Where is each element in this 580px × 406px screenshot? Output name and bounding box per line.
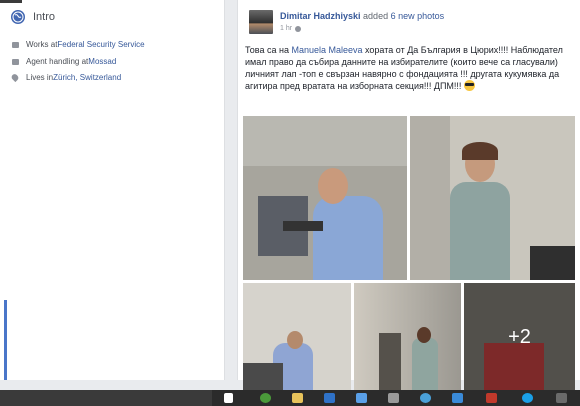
privacy-icon <box>295 25 302 32</box>
mention-link[interactable]: Manuela Maleeva <box>291 45 362 55</box>
more-photos-overlay[interactable]: +2 <box>464 283 575 391</box>
app-icon[interactable] <box>452 393 463 403</box>
taskbar <box>0 390 580 406</box>
scroll-indicator <box>4 300 7 380</box>
chrome-icon[interactable] <box>260 393 271 403</box>
lives-info-row: Lives in Zürich, Switzerland <box>10 72 121 83</box>
app-grey-icon[interactable] <box>556 393 567 403</box>
work-info-row: Works at Federal Security Service <box>12 40 145 49</box>
intro-header: Intro <box>11 10 55 24</box>
post-meta: 1 hr <box>280 25 302 32</box>
photos-link[interactable]: 6 new photos <box>391 11 445 21</box>
store-icon[interactable] <box>388 393 399 403</box>
avatar[interactable] <box>249 10 273 34</box>
work-link[interactable]: Federal Security Service <box>57 40 144 49</box>
lives-link[interactable]: Zürich, Switzerland <box>53 73 121 82</box>
globe-icon <box>11 10 25 24</box>
mail-icon[interactable] <box>324 393 335 403</box>
sunglasses-emoji-icon <box>463 80 475 91</box>
dropbox-icon[interactable] <box>356 393 367 403</box>
photo-5[interactable]: +2 <box>464 283 575 391</box>
agent-link[interactable]: Mossad <box>88 57 116 66</box>
lives-prefix: Lives in <box>26 73 54 82</box>
post-text: Това са на Manuela Maleeva хората от Да … <box>245 44 577 92</box>
photo-3[interactable] <box>243 283 351 391</box>
top-bar-fragment <box>0 0 22 3</box>
app-red-icon[interactable] <box>486 393 497 403</box>
work-prefix: Works at <box>26 40 58 49</box>
intro-card: Intro Works at Federal Security Service … <box>0 0 225 380</box>
skype-icon[interactable] <box>522 393 533 403</box>
folder-icon[interactable] <box>292 393 303 403</box>
agent-prefix: Agent handling at <box>26 57 89 66</box>
task-view-icon[interactable] <box>224 393 233 403</box>
taskbar-search-area[interactable] <box>0 390 212 406</box>
post-header: Dimitar Hadzhiyski added 6 new photos <box>280 11 444 21</box>
briefcase-icon <box>12 41 19 48</box>
post-time[interactable]: 1 hr <box>280 25 292 32</box>
action-prefix: added <box>363 11 391 21</box>
photo-2[interactable] <box>410 116 575 280</box>
intro-title: Intro <box>33 11 56 23</box>
briefcase-icon <box>12 58 19 65</box>
post-text-part1: Това са на <box>245 45 292 55</box>
agent-info-row: Agent handling at Mossad <box>12 57 116 66</box>
author-name[interactable]: Dimitar Hadzhiyski <box>280 11 361 21</box>
photo-4[interactable] <box>354 283 461 391</box>
photo-1[interactable] <box>243 116 407 280</box>
explorer-icon[interactable] <box>420 393 431 403</box>
home-pin-icon <box>10 72 20 83</box>
